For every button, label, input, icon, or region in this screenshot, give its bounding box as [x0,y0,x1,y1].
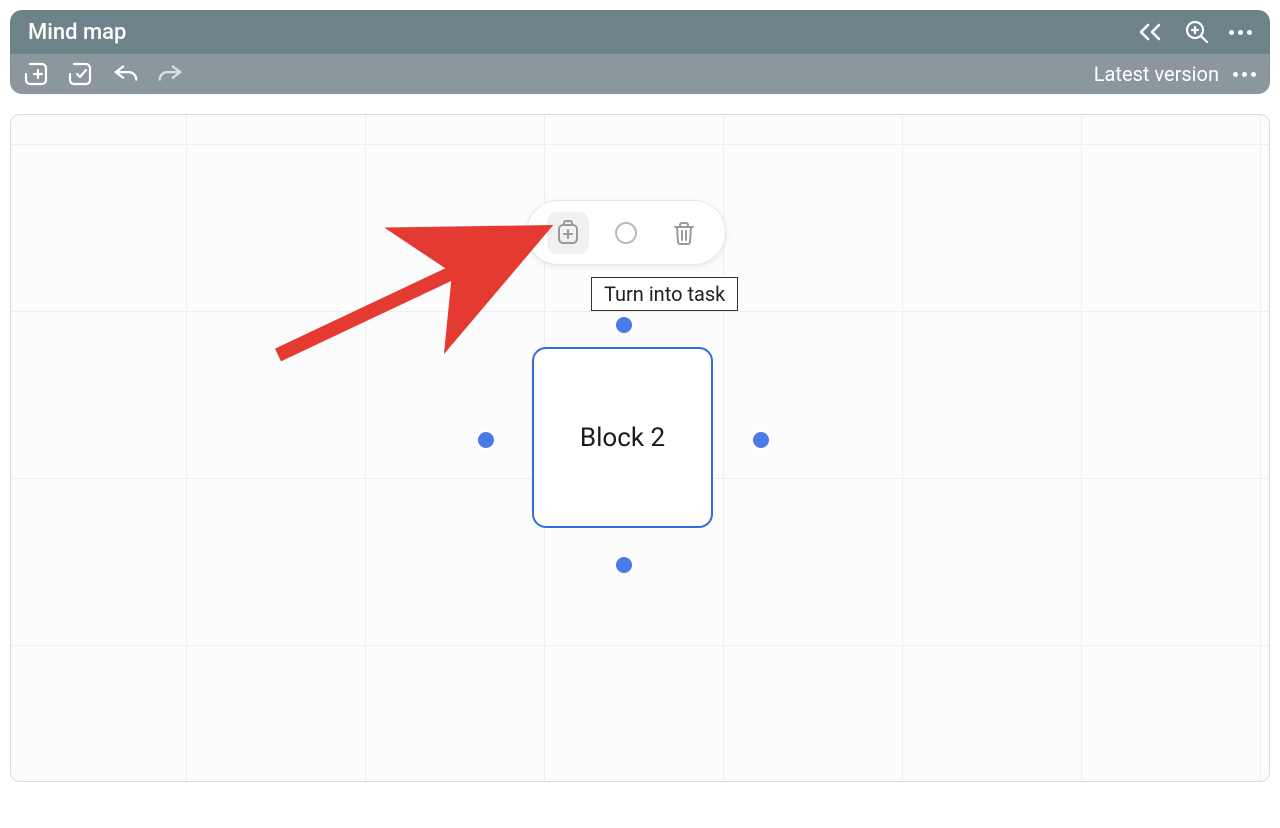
more-menu-icon[interactable] [1229,30,1252,35]
tooltip-text: Turn into task [604,282,725,306]
block-label: Block 2 [580,423,665,453]
undo-icon[interactable] [112,60,140,88]
turn-into-task-button[interactable] [547,212,589,254]
toolbar-top-row: Mind map [10,10,1270,54]
delete-button[interactable] [663,212,705,254]
toolbar: Mind map [10,10,1270,94]
color-button[interactable] [605,212,647,254]
task-check-icon[interactable] [68,60,96,88]
zoom-in-icon[interactable] [1183,18,1211,46]
mindmap-block[interactable]: Block 2 [532,347,713,528]
block-action-popup [526,200,726,265]
add-node-icon[interactable] [24,60,52,88]
connection-handle-right[interactable] [751,430,771,450]
connection-handle-bottom[interactable] [614,555,634,575]
version-label[interactable]: Latest version [1094,62,1219,86]
page-title: Mind map [28,20,126,45]
version-more-icon[interactable] [1233,72,1256,77]
redo-icon[interactable] [156,60,184,88]
tooltip: Turn into task [591,277,738,311]
connection-handle-left[interactable] [476,430,496,450]
toolbar-bottom-row: Latest version [10,54,1270,94]
canvas[interactable]: Block 2 Turn into task [10,114,1270,782]
connection-handle-top[interactable] [614,315,634,335]
collapse-icon[interactable] [1137,18,1165,46]
